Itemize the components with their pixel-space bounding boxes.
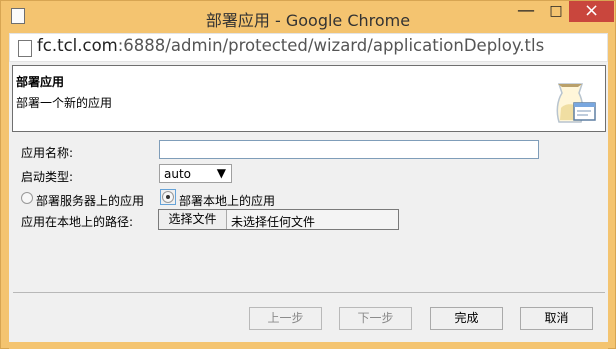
- file-status: 未选择任何文件: [231, 215, 316, 229]
- startup-type-label: 启动类型:: [21, 170, 74, 184]
- application-deploy-icon: [556, 83, 596, 123]
- app-name-input[interactable]: [159, 140, 539, 159]
- cancel-button[interactable]: 取消: [520, 307, 593, 330]
- minimize-button[interactable]: —: [511, 1, 541, 23]
- close-button[interactable]: ×: [569, 1, 614, 22]
- startup-type-select[interactable]: auto ▼: [159, 164, 232, 183]
- finish-button[interactable]: 完成: [430, 307, 503, 330]
- url-path: :6888/admin/protected/wizard/application…: [117, 36, 545, 55]
- document-icon: [18, 40, 32, 57]
- deploy-server-label: 部署服务器上的应用: [36, 194, 145, 208]
- title-bar[interactable]: 部署应用 - Google Chrome — □ ×: [1, 1, 615, 33]
- browser-window: 部署应用 - Google Chrome — □ × fc.tcl.com:68…: [0, 0, 616, 349]
- address-bar[interactable]: fc.tcl.com:6888/admin/protected/wizard/a…: [9, 33, 608, 62]
- wizard-header: 部署应用 部署一个新的应用: [12, 65, 606, 132]
- choose-file-button[interactable]: 选择文件: [159, 210, 227, 229]
- footer-separator: [13, 292, 605, 293]
- wizard-subtitle: 部署一个新的应用: [16, 96, 113, 110]
- wizard-content: 部署应用 部署一个新的应用 应用名称: 启动类型: auto ▼ 部署服务器上的…: [9, 62, 608, 342]
- maximize-button[interactable]: □: [541, 1, 571, 23]
- deploy-server-radio[interactable]: [21, 192, 33, 204]
- url-text[interactable]: fc.tcl.com:6888/admin/protected/wizard/a…: [37, 36, 544, 55]
- next-button[interactable]: 下一步: [339, 307, 412, 330]
- startup-type-value: auto: [164, 167, 192, 181]
- chevron-down-icon: ▼: [216, 166, 226, 180]
- wizard-title: 部署应用: [16, 75, 65, 89]
- local-path-label: 应用在本地上的路径:: [21, 215, 134, 229]
- deploy-local-label: 部署本地上的应用: [179, 194, 276, 208]
- previous-button[interactable]: 上一步: [249, 307, 322, 330]
- window-bottom-border: [9, 342, 608, 349]
- app-name-label: 应用名称:: [21, 146, 74, 160]
- file-picker[interactable]: 选择文件 未选择任何文件: [158, 209, 399, 230]
- deploy-local-radio[interactable]: [162, 191, 174, 203]
- url-host: fc.tcl.com: [37, 36, 118, 55]
